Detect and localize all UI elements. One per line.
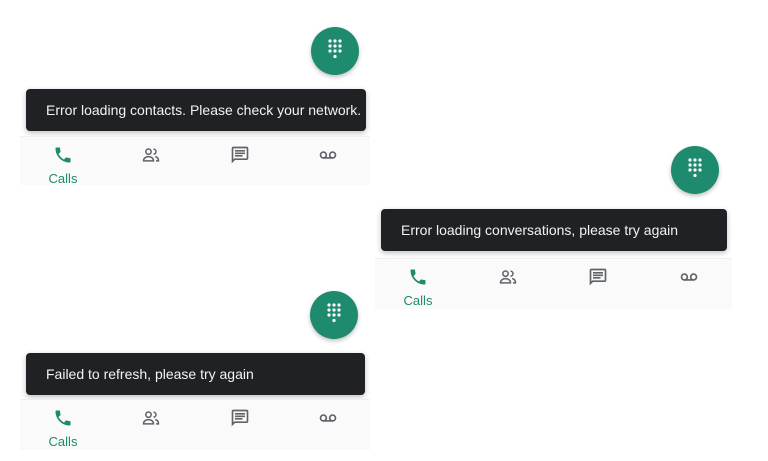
voicemail-icon	[318, 137, 338, 170]
tab-contacts[interactable]	[473, 259, 543, 309]
tab-messages[interactable]	[205, 400, 275, 450]
messages-icon	[230, 137, 250, 170]
dialpad-fab[interactable]	[671, 146, 719, 194]
voicemail-icon	[318, 400, 338, 433]
screen-panel-contacts: Error loading contacts. Please check you…	[0, 0, 380, 190]
tab-calls-label: Calls	[48, 434, 78, 449]
contacts-icon	[498, 259, 518, 292]
snackbar-message: Error loading contacts. Please check you…	[46, 102, 362, 118]
error-snackbar: Error loading conversations, please try …	[381, 209, 727, 251]
messages-icon	[588, 259, 608, 292]
screen-panel-conversations: Error loading conversations, please try …	[370, 140, 768, 320]
error-snackbar: Failed to refresh, please try again	[26, 353, 365, 395]
phone-icon	[53, 137, 73, 170]
contacts-icon	[141, 400, 161, 433]
messages-icon	[230, 400, 250, 433]
dialpad-fab[interactable]	[311, 27, 359, 75]
dialpad-icon	[684, 157, 706, 184]
snackbar-message: Error loading conversations, please try …	[401, 222, 679, 238]
error-snackbar: Error loading contacts. Please check you…	[26, 89, 366, 131]
tab-voicemail[interactable]	[293, 137, 363, 185]
phone-icon	[53, 400, 73, 433]
bottom-navigation: Calls	[20, 399, 370, 450]
tab-voicemail[interactable]	[654, 259, 724, 309]
dialpad-icon	[323, 302, 345, 329]
tab-messages[interactable]	[563, 259, 633, 309]
tab-voicemail[interactable]	[293, 400, 363, 450]
tab-messages[interactable]	[205, 137, 275, 185]
tab-calls[interactable]: Calls	[28, 137, 98, 186]
bottom-navigation: Calls	[20, 136, 370, 186]
voicemail-icon	[679, 259, 699, 292]
snackbar-message: Failed to refresh, please try again	[46, 366, 254, 382]
contacts-icon	[141, 137, 161, 170]
tab-contacts[interactable]	[116, 137, 186, 185]
dialpad-icon	[324, 38, 346, 65]
tab-calls-label: Calls	[403, 293, 433, 308]
screen-panel-refresh: Failed to refresh, please try again Call…	[0, 285, 380, 461]
tab-contacts[interactable]	[116, 400, 186, 450]
tab-calls-label: Calls	[48, 171, 78, 186]
dialpad-fab[interactable]	[310, 291, 358, 339]
phone-icon	[408, 259, 428, 292]
tab-calls[interactable]: Calls	[383, 259, 453, 309]
bottom-navigation: Calls	[375, 258, 732, 309]
tab-calls[interactable]: Calls	[28, 400, 98, 450]
